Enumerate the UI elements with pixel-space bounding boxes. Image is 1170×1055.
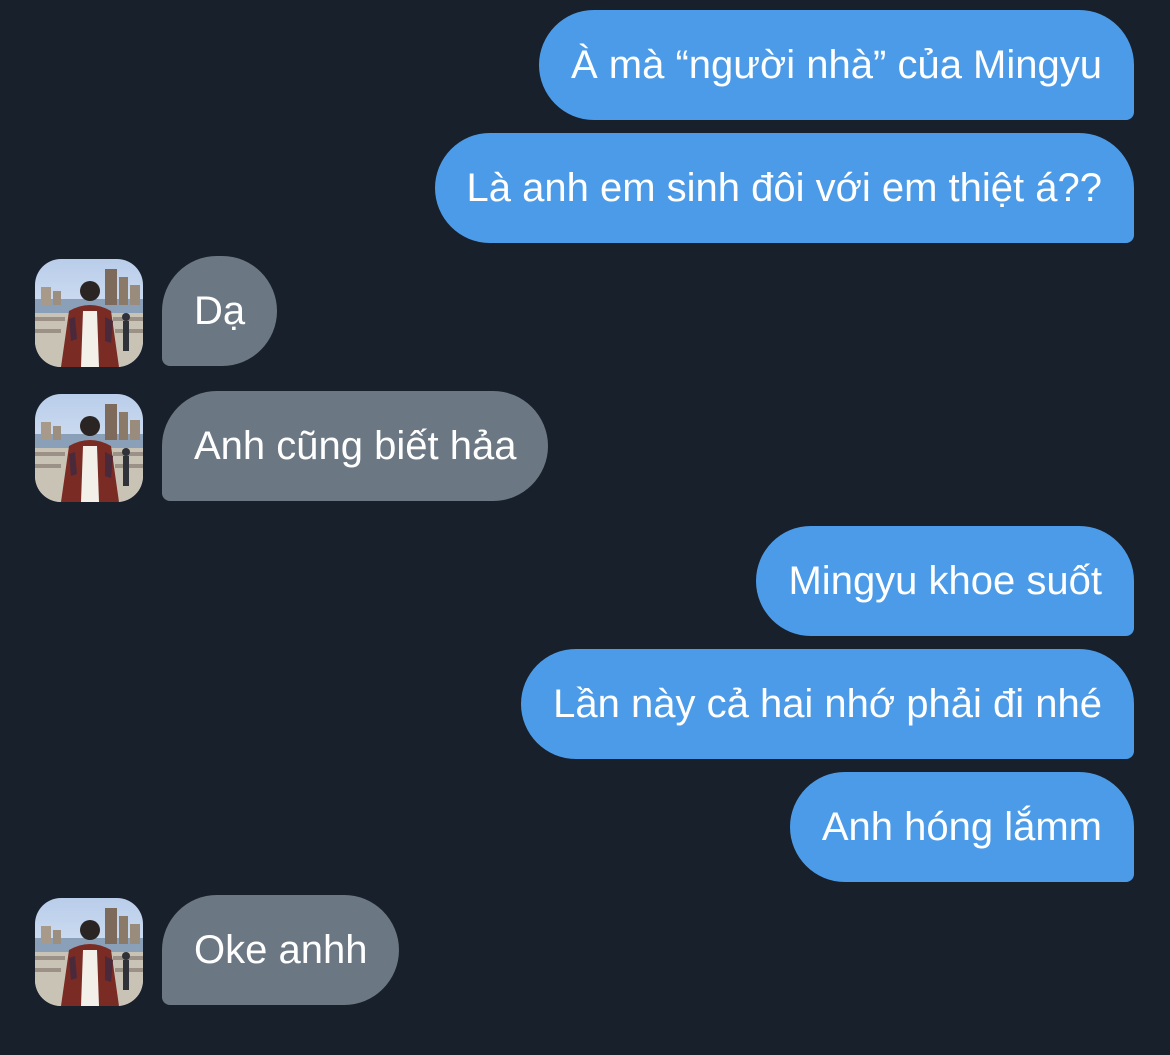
outgoing-message-bubble[interactable]: Là anh em sinh đôi với em thiệt á?? [434, 133, 1134, 243]
outgoing-message-bubble[interactable]: Mingyu khoe suốt [756, 526, 1134, 636]
message-row: Anh hóng lắmm [0, 772, 1170, 882]
message-row: Oke anhh [0, 895, 1170, 1006]
incoming-message-bubble[interactable]: Oke anhh [162, 895, 400, 1005]
message-text: Anh cũng biết hảa [194, 424, 517, 468]
message-text: Anh hóng lắmm [821, 805, 1102, 849]
incoming-message-bubble[interactable]: Anh cũng biết hảa [162, 391, 549, 501]
message-row: Mingyu khoe suốt [0, 526, 1170, 636]
contact-photo-icon [35, 259, 143, 367]
chat-thread: À mà “người nhà” của Mingyu Là anh em si… [0, 0, 1170, 1055]
avatar[interactable] [35, 898, 143, 1006]
message-text: Mingyu khoe suốt [788, 559, 1102, 603]
avatar[interactable] [35, 259, 143, 367]
message-row: Lần này cả hai nhớ phải đi nhé [0, 649, 1170, 759]
message-row: À mà “người nhà” của Mingyu [0, 10, 1170, 120]
message-text: Oke anhh [194, 928, 368, 972]
avatar[interactable] [35, 394, 143, 502]
outgoing-message-bubble[interactable]: À mà “người nhà” của Mingyu [538, 10, 1134, 120]
contact-photo-icon [35, 394, 143, 502]
outgoing-message-bubble[interactable]: Anh hóng lắmm [789, 772, 1134, 882]
contact-photo-icon [35, 898, 143, 1006]
message-row: Là anh em sinh đôi với em thiệt á?? [0, 133, 1170, 243]
message-row: Dạ [0, 256, 1170, 367]
message-text: Lần này cả hai nhớ phải đi nhé [553, 682, 1102, 726]
message-text: Dạ [194, 289, 246, 333]
message-text: À mà “người nhà” của Mingyu [570, 43, 1102, 87]
outgoing-message-bubble[interactable]: Lần này cả hai nhớ phải đi nhé [521, 649, 1134, 759]
message-row: Anh cũng biết hảa [0, 391, 1170, 502]
message-text: Là anh em sinh đôi với em thiệt á?? [466, 166, 1103, 210]
incoming-message-bubble[interactable]: Dạ [162, 256, 278, 366]
